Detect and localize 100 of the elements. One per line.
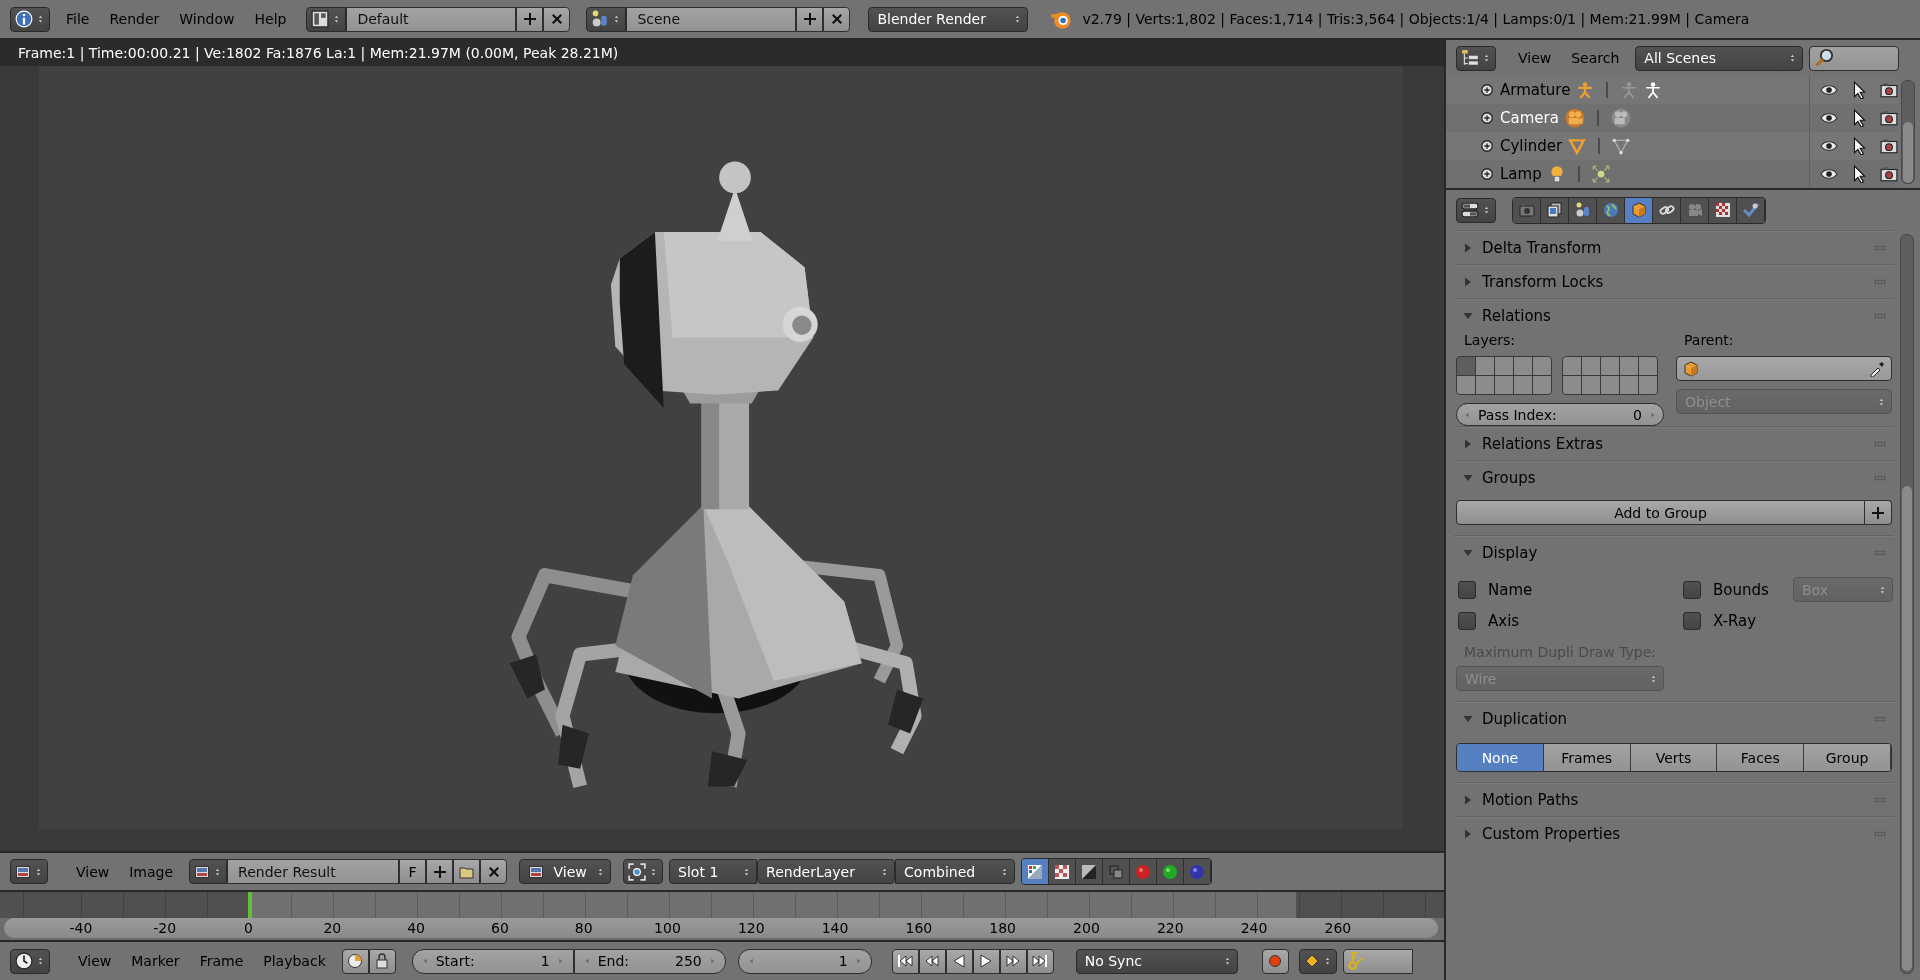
image-name-field[interactable]: Render Result <box>227 859 400 884</box>
keying-button[interactable] <box>341 948 369 974</box>
pivot-button[interactable] <box>623 859 664 884</box>
menu-item[interactable]: Frame <box>189 953 254 969</box>
layer-toggle[interactable] <box>1639 376 1657 394</box>
layer-toggle[interactable] <box>1639 357 1657 375</box>
scene-button[interactable] <box>586 6 627 32</box>
panel-header[interactable]: Motion Paths <box>1454 783 1894 816</box>
checkbox[interactable]: X-Ray <box>1683 612 1793 630</box>
duplication-option[interactable]: Frames <box>1543 744 1631 771</box>
playhead[interactable] <box>247 892 252 918</box>
layer-toggle[interactable] <box>1533 376 1551 394</box>
scrollbar-thumb[interactable] <box>1903 121 1913 183</box>
menu-item[interactable]: View <box>1508 50 1562 66</box>
layer-toggle[interactable] <box>1533 357 1551 375</box>
panel-header[interactable]: Duplication <box>1454 702 1894 735</box>
close-button[interactable] <box>823 6 851 32</box>
editor-type-button[interactable] <box>10 948 50 974</box>
add-button[interactable] <box>426 859 454 884</box>
display-mode-toggle[interactable] <box>1022 859 1050 884</box>
layer-toggle[interactable] <box>1620 376 1638 394</box>
outliner-item[interactable]: Cylinder <box>1500 137 1563 155</box>
display-mode-toggle[interactable] <box>1076 859 1104 884</box>
parent-field[interactable] <box>1676 356 1892 381</box>
layer-toggle[interactable] <box>1563 357 1581 375</box>
panel-header[interactable]: Transform Locks <box>1454 265 1894 298</box>
keying-set-field[interactable] <box>1342 948 1413 974</box>
duplication-option[interactable]: Faces <box>1717 744 1805 771</box>
panel-header[interactable]: Display <box>1454 536 1894 569</box>
checkbox[interactable]: Axis <box>1458 612 1683 630</box>
layer-toggle[interactable] <box>1563 376 1581 394</box>
play-button[interactable] <box>972 948 1000 974</box>
add-button[interactable] <box>796 6 824 32</box>
close-button[interactable] <box>543 6 571 32</box>
scrollbar-thumb[interactable] <box>1902 485 1912 971</box>
panel-header[interactable]: Custom Properties <box>1454 817 1894 850</box>
checkbox[interactable]: Name <box>1458 580 1683 599</box>
add-button[interactable] <box>1865 500 1892 525</box>
duplication-option[interactable]: Verts <box>1630 744 1718 771</box>
keying-set-button[interactable] <box>1298 948 1337 974</box>
search-field[interactable] <box>1809 45 1900 71</box>
outliner-item[interactable]: Lamp <box>1500 165 1542 183</box>
layer-toggle[interactable] <box>1601 376 1619 394</box>
play-reverse-button[interactable] <box>945 948 973 974</box>
jump-to-start-button[interactable] <box>891 948 919 974</box>
timeline-track[interactable] <box>0 892 1444 918</box>
display-mode-toggle[interactable] <box>1103 859 1131 884</box>
layer-toggle[interactable] <box>1601 357 1619 375</box>
slot-dropdown[interactable]: Slot 1 <box>669 859 758 884</box>
jump-to-end-button[interactable] <box>1026 948 1054 974</box>
screen-layout-button[interactable] <box>306 6 347 32</box>
menu-item[interactable]: Image <box>119 863 184 880</box>
menu-item[interactable]: View <box>68 953 122 969</box>
layer-toggle[interactable] <box>1476 376 1494 394</box>
scene-field[interactable]: Scene <box>626 6 797 32</box>
sync-mode-dropdown[interactable]: No Sync <box>1075 948 1238 974</box>
outliner-item[interactable]: Camera <box>1500 109 1559 127</box>
layer-toggle[interactable] <box>1457 376 1475 394</box>
scrollbar[interactable] <box>1900 234 1914 974</box>
properties-tab[interactable] <box>1569 197 1597 223</box>
layer-toggle[interactable] <box>1495 357 1513 375</box>
properties-tab[interactable] <box>1597 197 1625 223</box>
image-browse-button[interactable] <box>189 859 228 884</box>
pass-index-field[interactable]: Pass Index: 0 <box>1456 403 1664 426</box>
duplication-option[interactable]: Group <box>1804 744 1891 771</box>
panel-header[interactable]: Groups <box>1454 461 1894 494</box>
layer-toggle[interactable] <box>1514 357 1532 375</box>
menu-item[interactable]: Window <box>169 11 245 27</box>
menu-item[interactable]: View <box>66 863 120 880</box>
display-mode-dropdown[interactable]: All Scenes <box>1635 45 1804 71</box>
display-mode-toggle[interactable] <box>1130 859 1158 884</box>
editor-type-button[interactable] <box>1456 197 1496 223</box>
layer-toggle[interactable] <box>1582 376 1600 394</box>
properties-tab[interactable] <box>1625 197 1653 223</box>
editor-type-button[interactable] <box>1456 45 1496 71</box>
layer-toggle[interactable] <box>1514 376 1532 394</box>
fake-user-button[interactable]: F <box>399 859 427 884</box>
layer-toggle[interactable] <box>1582 357 1600 375</box>
render-engine-dropdown[interactable]: Blender Render <box>868 6 1029 32</box>
render-pass-dropdown[interactable]: Combined <box>895 859 1016 884</box>
panel-header[interactable]: Relations Extras <box>1454 427 1894 460</box>
panel-header[interactable]: Relations <box>1454 299 1894 332</box>
current-frame-field[interactable]: 1 <box>737 948 872 974</box>
add-button[interactable] <box>516 6 544 32</box>
menu-item[interactable]: File <box>56 11 100 27</box>
checkbox[interactable]: Bounds <box>1683 580 1793 599</box>
menu-item[interactable]: Search <box>1561 50 1630 66</box>
properties-tab[interactable] <box>1709 197 1737 223</box>
scrollbar[interactable] <box>1901 80 1915 184</box>
view-dropdown[interactable]: View <box>519 859 612 884</box>
duplication-option[interactable]: None <box>1457 744 1544 771</box>
menu-item[interactable]: Render <box>99 11 170 27</box>
next-keyframe-button[interactable] <box>999 948 1027 974</box>
lock-button[interactable] <box>368 948 396 974</box>
start-frame-field[interactable]: Start: 1 <box>411 948 574 974</box>
layer-toggle[interactable] <box>1457 357 1475 375</box>
screen-layout-field[interactable]: Default <box>346 6 517 32</box>
layer-toggle[interactable] <box>1495 376 1513 394</box>
menu-item[interactable]: Marker <box>121 953 190 969</box>
properties-tab[interactable] <box>1737 197 1765 223</box>
